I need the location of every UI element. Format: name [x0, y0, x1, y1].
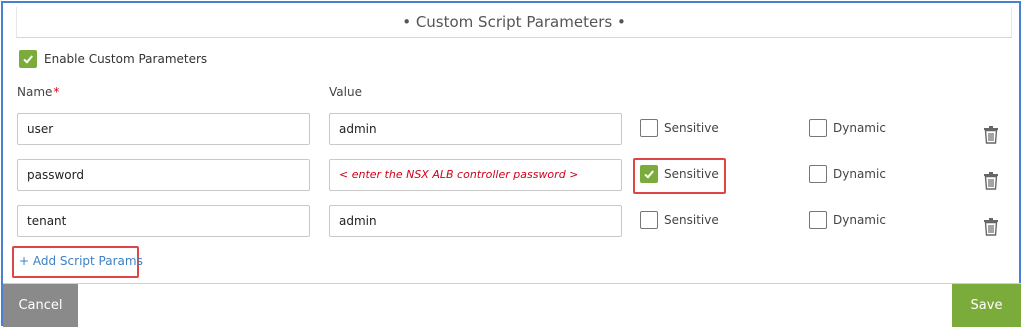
trash-icon[interactable]: [983, 172, 999, 190]
dynamic-label: Dynamic: [833, 121, 886, 135]
dynamic-option[interactable]: Dynamic: [809, 119, 886, 137]
checkmark-icon: [23, 55, 33, 64]
sensitive-option[interactable]: Sensitive: [640, 165, 719, 183]
enable-custom-parameters[interactable]: Enable Custom Parameters: [19, 50, 207, 68]
param-name-input[interactable]: tenant: [17, 205, 310, 237]
checkmark-icon: [644, 170, 654, 179]
sensitive-label: Sensitive: [664, 121, 719, 135]
cancel-button[interactable]: Cancel: [3, 284, 78, 327]
sensitive-label: Sensitive: [664, 213, 719, 227]
trash-icon[interactable]: [983, 126, 999, 144]
dynamic-checkbox[interactable]: [809, 119, 827, 137]
sensitive-option[interactable]: Sensitive: [640, 211, 719, 229]
name-column-header: Name*: [17, 85, 60, 99]
sensitive-checkbox[interactable]: [640, 211, 658, 229]
dialog-footer: Cancel Save: [3, 283, 1021, 327]
sensitive-label: Sensitive: [664, 167, 719, 181]
section-title: • Custom Script Parameters •: [16, 7, 1012, 38]
dynamic-option[interactable]: Dynamic: [809, 165, 886, 183]
dynamic-label: Dynamic: [833, 167, 886, 181]
value-column-header: Value: [329, 85, 362, 99]
save-button[interactable]: Save: [952, 284, 1021, 327]
dynamic-option[interactable]: Dynamic: [809, 211, 886, 229]
param-value-input[interactable]: admin: [329, 205, 622, 237]
param-value-input[interactable]: < enter the NSX ALB controller password …: [329, 159, 622, 191]
param-value-input[interactable]: admin: [329, 113, 622, 145]
sensitive-checkbox[interactable]: [640, 119, 658, 137]
dynamic-label: Dynamic: [833, 213, 886, 227]
dynamic-checkbox[interactable]: [809, 211, 827, 229]
param-name-input[interactable]: password: [17, 159, 310, 191]
trash-icon[interactable]: [983, 218, 999, 236]
dialog-frame: • Custom Script Parameters • Enable Cust…: [1, 1, 1021, 326]
dynamic-checkbox[interactable]: [809, 165, 827, 183]
enable-custom-parameters-label: Enable Custom Parameters: [44, 52, 208, 66]
sensitive-option[interactable]: Sensitive: [640, 119, 719, 137]
param-name-input[interactable]: user: [17, 113, 310, 145]
required-asterisk: *: [53, 85, 60, 99]
enable-custom-parameters-checkbox[interactable]: [19, 50, 37, 68]
add-script-params-link[interactable]: + Add Script Params: [19, 254, 143, 268]
sensitive-checkbox[interactable]: [640, 165, 658, 183]
